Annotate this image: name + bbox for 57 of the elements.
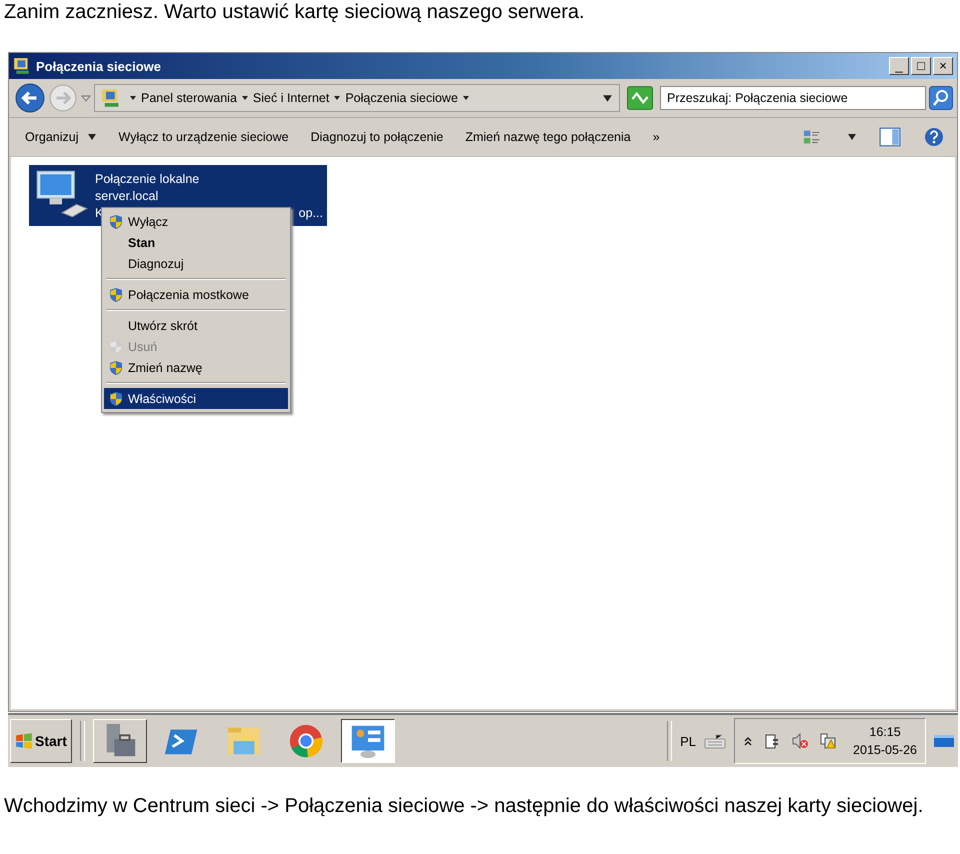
menu-item[interactable]: Właściwości (104, 388, 288, 409)
command-button[interactable]: Organizuj (25, 130, 96, 144)
network-folder-icon (13, 57, 31, 75)
window-title: Połączenia sieciowe (36, 58, 162, 74)
shield-icon (108, 286, 124, 302)
maximize-button[interactable]: □ (911, 57, 931, 75)
address-dropdown-icon[interactable] (602, 94, 613, 102)
dropdown-arrow-icon[interactable] (240, 94, 249, 102)
network-name: server.local (95, 188, 160, 205)
language-indicator[interactable]: PL (680, 734, 696, 748)
breadcrumb-link[interactable]: Sieć i Internet (252, 91, 330, 105)
search-button[interactable] (929, 86, 953, 110)
shield-icon (108, 360, 124, 376)
dropdown-arrow-icon[interactable] (129, 94, 137, 102)
clock[interactable]: 16:15 2015-05-26 (853, 723, 917, 759)
shield-icon (108, 338, 124, 354)
adapter-text: op... (298, 205, 323, 222)
refresh-button[interactable] (627, 86, 653, 110)
command-button[interactable]: Zmień nazwę tego połączenia (465, 130, 631, 144)
menu-item[interactable]: Połączenia mostkowe (104, 284, 288, 305)
close-button[interactable]: × (933, 57, 953, 75)
show-hidden-icons-button[interactable] (743, 736, 754, 746)
preview-pane-icon[interactable] (879, 127, 901, 147)
network-folder-icon (101, 88, 121, 108)
menu-item[interactable]: Zmień nazwę (104, 357, 288, 378)
menu-item[interactable]: Utwórz skrót (104, 315, 288, 336)
connection-name: Połączenie lokalne (95, 171, 200, 188)
clock-date: 2015-05-26 (853, 742, 917, 759)
intro-text: Zanim zaczniesz. Warto ustawić kartę sieciową naszego serwera. (3, 0, 586, 24)
clock-time: 16:15 (869, 724, 901, 741)
dropdown-arrow-icon[interactable] (847, 133, 857, 141)
dropdown-arrow-icon[interactable] (333, 94, 342, 102)
network-warning-icon[interactable] (819, 732, 838, 750)
command-button[interactable]: Diagnozuj to połączenie (310, 130, 444, 144)
caption-text: Wchodzimy w Centrum sieci -> Połączenia sieciowe -> następnie do właściwości naszej karty sieciowej. (3, 794, 924, 819)
keyboard-icon[interactable] (704, 733, 726, 749)
help-icon[interactable] (923, 127, 945, 147)
shield-icon (108, 390, 124, 406)
shield-icon (108, 214, 124, 230)
breadcrumb-link[interactable]: Połączenia sieciowe (345, 91, 458, 105)
windows-flag-icon (15, 732, 33, 750)
menu-item[interactable]: Stan (104, 232, 288, 253)
caret-icon (86, 133, 96, 141)
history-dropdown-icon[interactable] (81, 93, 91, 103)
show-desktop-button[interactable] (934, 734, 954, 748)
menu-item[interactable]: Diagnozuj (104, 253, 288, 274)
command-button[interactable]: » (652, 130, 660, 144)
start-button[interactable]: Start (10, 719, 72, 763)
minimize-button[interactable]: _ (889, 57, 909, 75)
back-button[interactable] (15, 83, 45, 113)
breadcrumb-link[interactable]: Panel sterowania (141, 91, 237, 105)
muted-speaker-icon[interactable] (791, 732, 810, 750)
taskbar-button[interactable] (340, 719, 395, 763)
search-field[interactable]: Przeszukaj: Połączenia sieciowe (660, 86, 926, 110)
dropdown-arrow-icon[interactable] (462, 94, 470, 102)
command-button[interactable]: Wyłącz to urządzenie sieciowe (118, 130, 289, 144)
address-bar[interactable]: Panel sterowania Sieć i Internet Połączenia sieciowe (94, 84, 620, 112)
